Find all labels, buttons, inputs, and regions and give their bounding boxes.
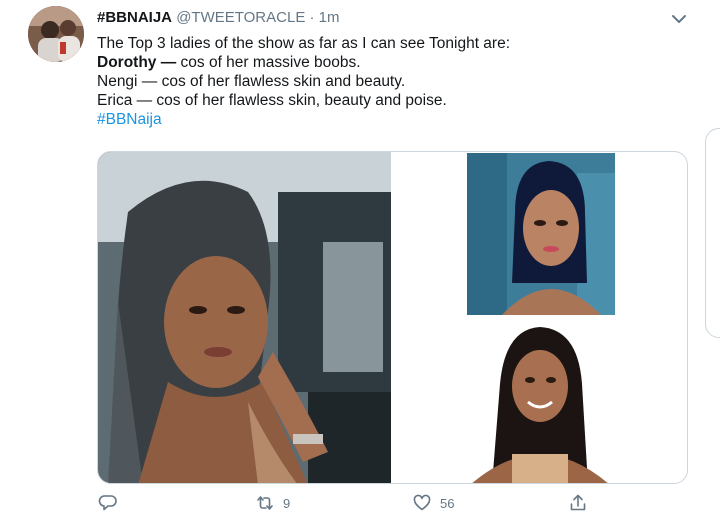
photo-main[interactable]	[98, 152, 391, 484]
tweet-line-dorothy-reason: cos of her massive boobs.	[176, 54, 361, 71]
timestamp[interactable]: 1m	[319, 9, 340, 26]
user-handle[interactable]: @TWEETORACLE	[176, 9, 305, 26]
separator-dot: ·	[309, 9, 315, 26]
tweet-actions: 9 56	[0, 493, 720, 523]
heart-icon[interactable]	[412, 493, 432, 513]
tweet-header: #BBNAIJA @TWEETORACLE · 1m	[97, 9, 340, 27]
tweet-line-nengi: Nengi — cos of her flawless skin and bea…	[97, 73, 406, 90]
like-button[interactable]: 56	[412, 493, 454, 513]
tweet-line-dorothy: Dorothy — cos of her massive boobs.	[97, 53, 697, 72]
retweet-icon[interactable]	[255, 493, 275, 513]
tweet-line-dorothy-name: Dorothy —	[97, 54, 177, 71]
tweet-line-erica: Erica — cos of her flawless skin, beauty…	[97, 92, 447, 109]
reply-button[interactable]	[98, 493, 118, 513]
adjacent-card-edge	[705, 128, 720, 338]
tweet-card[interactable]: #BBNAIJA @TWEETORACLE · 1m The Top 3 lad…	[0, 0, 720, 528]
tweet-line-intro: The Top 3 ladies of the show as far as I…	[97, 35, 511, 52]
retweet-button[interactable]: 9	[255, 493, 290, 513]
photo-bottom-right[interactable]	[460, 324, 618, 484]
retweet-count: 9	[283, 495, 291, 511]
share-button[interactable]	[568, 493, 588, 513]
reply-icon[interactable]	[98, 493, 118, 513]
tweet-text: The Top 3 ladies of the show as far as I…	[97, 34, 697, 129]
hashtag-link[interactable]: #BBNaija	[97, 110, 697, 129]
tweet-media[interactable]	[97, 151, 688, 484]
share-icon[interactable]	[568, 493, 588, 513]
chevron-down-icon[interactable]	[668, 8, 690, 30]
like-count: 56	[440, 495, 455, 511]
display-name[interactable]: #BBNAIJA	[97, 9, 172, 26]
avatar[interactable]	[28, 6, 84, 62]
photo-top-right[interactable]	[467, 153, 615, 315]
